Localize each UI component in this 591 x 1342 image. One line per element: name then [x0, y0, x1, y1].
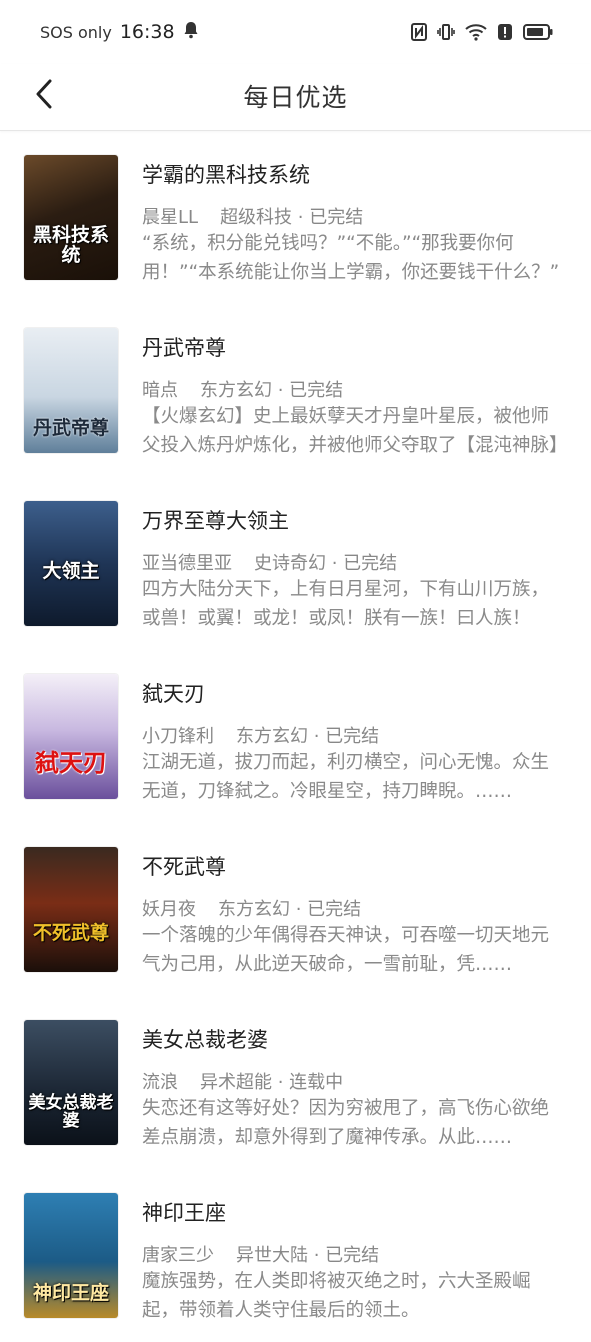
book-meta: 妖月夜 东方玄幻 · 已完结	[142, 899, 362, 920]
book-state: 已完结	[325, 726, 380, 747]
book-meta: 亚当德里亚 史诗奇幻 · 已完结	[142, 553, 398, 574]
book-item[interactable]: 大领主 万界至尊大领主 亚当德里亚 史诗奇幻 · 已完结 四方大陆分天下，上有日月…	[0, 477, 591, 650]
book-description: 魔族强势，在人类即将被灭绝之时，六大圣殿崛起，带领着人类守住最后的领土。	[142, 1271, 531, 1321]
book-title[interactable]: 美女总裁老婆	[142, 1024, 268, 1054]
book-item[interactable]: 黑科技系统 学霸的黑科技系统 晨星LL 超级科技 · 已完结 “系统，积分能兑钱吗…	[0, 131, 591, 304]
book-description: 失恋还有这等好处？因为穷被甩了，高飞伤心欲绝差点崩溃，却意外得到了魔神传承。从此…	[142, 1098, 550, 1148]
book-category: 东方玄幻	[200, 380, 272, 401]
book-state: 已完结	[343, 553, 398, 574]
book-cover[interactable]: 弑天刃	[24, 674, 118, 799]
wifi-icon	[465, 23, 487, 41]
book-cover[interactable]: 丹武帝尊	[24, 328, 118, 453]
book-meta: 唐家三少 异世大陆 · 已完结	[142, 1245, 380, 1266]
book-author: 小刀锋利	[142, 726, 214, 747]
book-cover[interactable]: 黑科技系统	[24, 155, 118, 280]
book-cover-title: 神印王座	[32, 1282, 109, 1305]
book-category: 东方玄幻	[236, 726, 308, 747]
book-author: 晨星LL	[142, 207, 199, 228]
alert-icon	[497, 23, 513, 41]
book-list: 黑科技系统 学霸的黑科技系统 晨星LL 超级科技 · 已完结 “系统，积分能兑钱吗…	[0, 131, 591, 1342]
book-category: 超级科技	[220, 207, 293, 228]
book-description: 【火爆玄幻】史上最妖孽天才丹皇叶星辰，被他师父投入炼丹炉炼化，并被他师父夺取了【…	[142, 406, 560, 456]
book-item[interactable]: 丹武帝尊 丹武帝尊 暗点 东方玄幻 · 已完结 【火爆玄幻】史上最妖孽天才丹皇叶星…	[0, 304, 591, 477]
book-category: 史诗奇幻	[254, 553, 326, 574]
book-state: 已完结	[289, 380, 344, 401]
book-cover[interactable]: 美女总裁老婆	[24, 1020, 118, 1145]
book-cover-title: 美女总裁老婆	[28, 1093, 114, 1132]
book-title[interactable]: 神印王座	[142, 1197, 226, 1227]
app-header: 每日优选	[0, 64, 591, 131]
page-title: 每日优选	[243, 83, 348, 112]
book-meta: 暗点 东方玄幻 · 已完结	[142, 380, 344, 401]
book-author: 亚当德里亚	[142, 553, 232, 574]
book-category: 东方玄幻	[218, 899, 290, 920]
book-cover-title: 弑天刃	[35, 747, 107, 777]
status-bar: SOS only 16:38	[0, 0, 591, 64]
book-cover[interactable]: 不死武尊	[24, 847, 118, 972]
book-meta: 小刀锋利 东方玄幻 · 已完结	[142, 726, 380, 747]
book-state: 已完结	[325, 1245, 380, 1266]
book-item[interactable]: 弑天刃 弑天刃 小刀锋利 东方玄幻 · 已完结 江湖无道，拔刀而起，利刃横空，问心…	[0, 650, 591, 823]
book-category: 异世大陆	[236, 1245, 308, 1266]
battery-icon	[523, 23, 553, 41]
book-cover[interactable]: 大领主	[24, 501, 118, 626]
book-description: 一个落魄的少年偶得吞天神诀，可吞噬一切天地元气为己用，从此逆天破命，一雪前耻，凭…	[142, 925, 550, 975]
book-description: 四方大陆分天下，上有日月星河，下有山川万族，或兽！或翼！或龙！或凤！朕有一族！曰…	[142, 579, 550, 629]
book-author: 唐家三少	[142, 1245, 214, 1266]
book-cover-title: 大领主	[42, 560, 100, 583]
vibrate-icon	[437, 23, 455, 41]
book-meta: 流浪 异术超能 · 连载中	[142, 1072, 344, 1093]
book-author: 流浪	[142, 1072, 178, 1093]
book-author: 妖月夜	[142, 899, 196, 920]
book-cover-title: 黑科技系统	[32, 224, 109, 267]
book-cover[interactable]: 神印王座	[24, 1193, 118, 1318]
book-title[interactable]: 丹武帝尊	[142, 332, 226, 362]
book-category: 异术超能	[200, 1072, 272, 1093]
book-item[interactable]: 不死武尊 不死武尊 妖月夜 东方玄幻 · 已完结 一个落魄的少年偶得吞天神诀，可吞…	[0, 823, 591, 996]
book-state: 已完结	[307, 899, 362, 920]
book-state: 已完结	[309, 207, 364, 228]
book-item[interactable]: 神印王座 神印王座 唐家三少 异世大陆 · 已完结 魔族强势，在人类即将被灭绝之时…	[0, 1169, 591, 1342]
book-title[interactable]: 学霸的黑科技系统	[142, 159, 310, 189]
book-state: 连载中	[289, 1072, 344, 1093]
book-title[interactable]: 不死武尊	[142, 851, 226, 881]
book-description: 江湖无道，拔刀而起，利刃横空，问心无愧。众生无道，刀锋弑之。冷眼星空，持刀睥睨。…	[142, 752, 550, 802]
status-time: 16:38	[119, 21, 175, 43]
book-cover-title: 不死武尊	[32, 922, 109, 945]
book-title[interactable]: 万界至尊大领主	[142, 505, 289, 535]
book-description: “系统，积分能兑钱吗？”“不能。”“那我要你何用！”“本系统能让你当上学霸，你还…	[142, 233, 560, 283]
book-title[interactable]: 弑天刃	[142, 678, 205, 708]
book-item[interactable]: 美女总裁老婆 美女总裁老婆 流浪 异术超能 · 连载中 失恋还有这等好处？因为穷被…	[0, 996, 591, 1169]
nfc-icon	[411, 23, 427, 41]
bell-icon	[183, 21, 199, 43]
book-meta: 晨星LL 超级科技 · 已完结	[142, 207, 364, 228]
book-author: 暗点	[142, 380, 178, 401]
carrier-text: SOS only	[40, 22, 112, 42]
book-cover-title: 丹武帝尊	[32, 417, 109, 440]
